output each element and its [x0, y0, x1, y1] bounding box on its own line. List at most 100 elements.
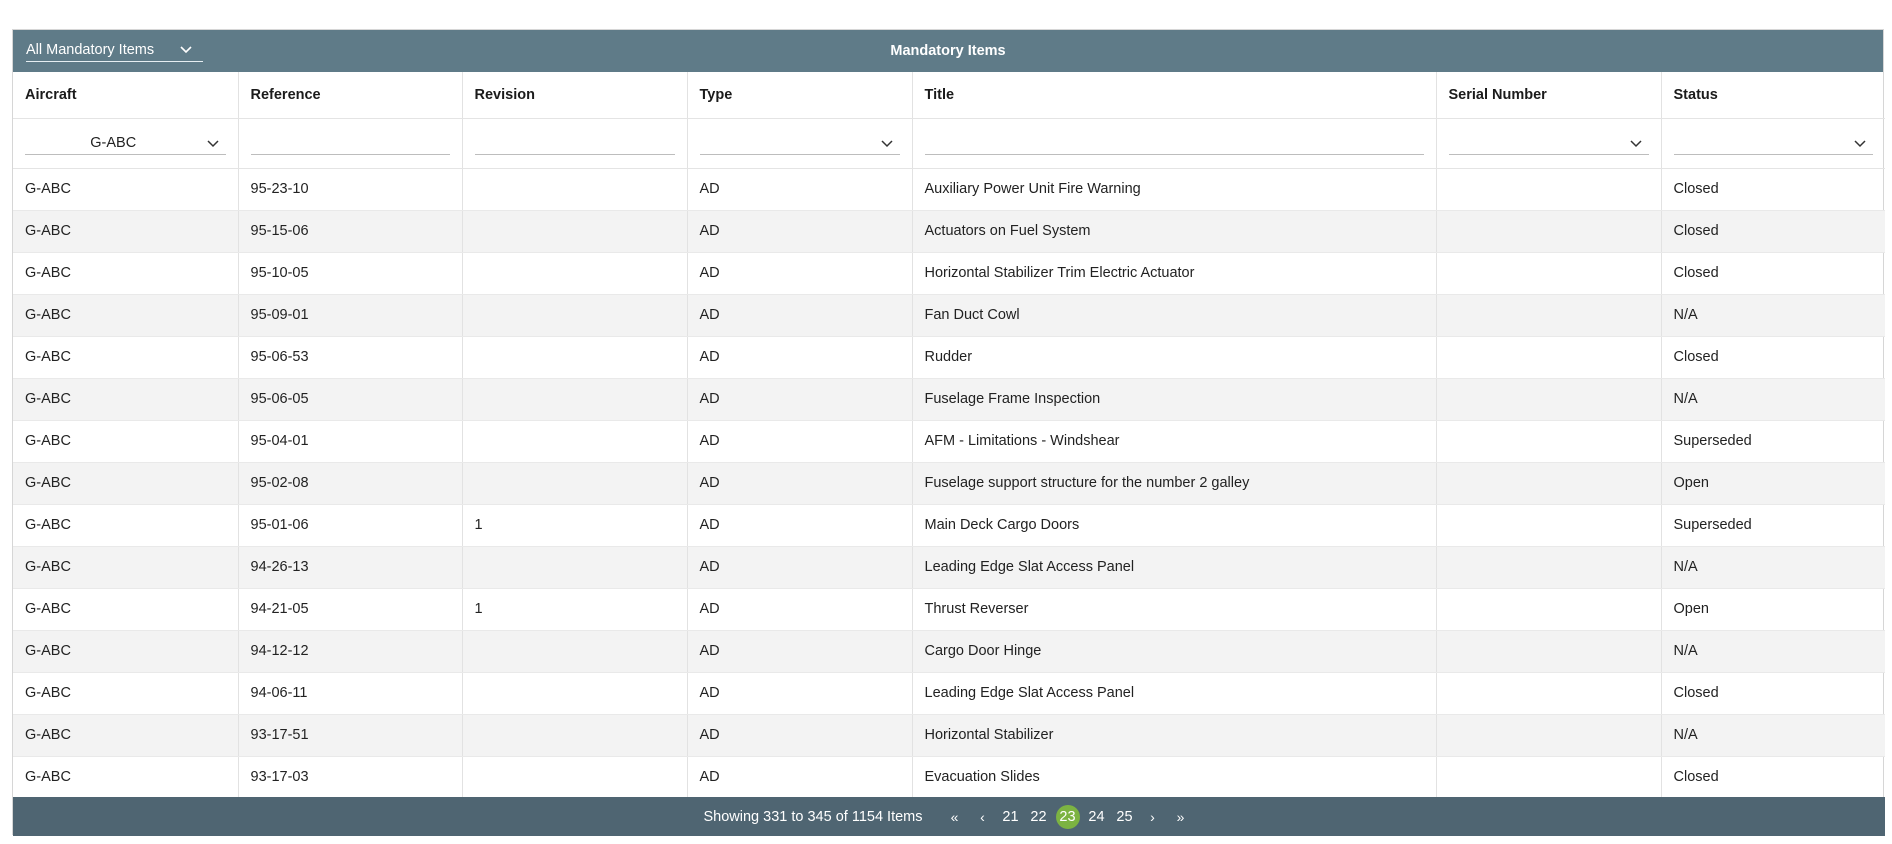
column-header-status[interactable]: Status: [1661, 72, 1885, 119]
type-filter-dropdown[interactable]: [699, 131, 900, 155]
table-row[interactable]: G-ABC 95-02-08 AD Fuselage support struc…: [13, 462, 1885, 505]
table-row[interactable]: G-ABC 95-09-01 AD Fan Duct Cowl N/A: [13, 294, 1885, 337]
table-row[interactable]: G-ABC 93-17-03 AD Evacuation Slides Clos…: [13, 756, 1885, 799]
page-button-24[interactable]: 24: [1086, 806, 1108, 828]
cell-title: Rudder: [912, 336, 1437, 379]
cell-status: Closed: [1661, 252, 1885, 295]
cell-status: N/A: [1661, 714, 1885, 757]
cell-status: Open: [1661, 588, 1885, 631]
cell-aircraft: G-ABC: [13, 672, 239, 715]
column-header-aircraft[interactable]: Aircraft: [13, 72, 239, 119]
cell-revision: 1: [462, 588, 688, 631]
cell-title: Fuselage support structure for the numbe…: [912, 462, 1437, 505]
chevron-down-icon: [1853, 137, 1867, 151]
table-row[interactable]: G-ABC 95-10-05 AD Horizontal Stabilizer …: [13, 252, 1885, 295]
cell-status: Superseded: [1661, 420, 1885, 463]
cell-type: AD: [687, 546, 913, 589]
chevron-down-icon: [206, 137, 220, 151]
cell-type: AD: [687, 630, 913, 673]
cell-revision: [462, 420, 688, 463]
cell-aircraft: G-ABC: [13, 714, 239, 757]
cell-serial-number: [1436, 672, 1662, 715]
column-header-reference[interactable]: Reference: [238, 72, 463, 119]
column-header-revision[interactable]: Revision: [462, 72, 688, 119]
scope-dropdown-value: All Mandatory Items: [26, 42, 155, 58]
cell-status: Closed: [1661, 756, 1885, 799]
pagination-summary: Showing 331 to 345 of 1154 Items: [703, 808, 923, 825]
cell-aircraft: G-ABC: [13, 294, 239, 337]
current-page-button[interactable]: 23: [1055, 804, 1080, 829]
cell-status: N/A: [1661, 630, 1885, 673]
cell-revision: [462, 546, 688, 589]
cell-aircraft: G-ABC: [13, 378, 239, 421]
cell-type: AD: [687, 210, 913, 253]
cell-revision: [462, 378, 688, 421]
cell-reference: 95-04-01: [238, 420, 463, 463]
column-header-serial-number[interactable]: Serial Number: [1436, 72, 1662, 119]
table-row[interactable]: G-ABC 94-21-05 1 AD Thrust Reverser Open: [13, 588, 1885, 631]
cell-aircraft: G-ABC: [13, 588, 239, 631]
mandatory-items-table: Aircraft Reference Revision Type Title S…: [13, 72, 1885, 799]
table-row[interactable]: G-ABC 94-06-11 AD Leading Edge Slat Acce…: [13, 672, 1885, 715]
cell-type: AD: [687, 294, 913, 337]
table-row[interactable]: G-ABC 95-06-05 AD Fuselage Frame Inspect…: [13, 378, 1885, 421]
table-row[interactable]: G-ABC 94-12-12 AD Cargo Door Hinge N/A: [13, 630, 1885, 673]
cell-type: AD: [687, 462, 913, 505]
next-page-button[interactable]: ›: [1142, 806, 1164, 828]
previous-page-button[interactable]: ‹: [972, 806, 994, 828]
chevron-down-icon: [880, 137, 894, 151]
table-row[interactable]: G-ABC 95-23-10 AD Auxiliary Power Unit F…: [13, 168, 1885, 211]
panel-header: All Mandatory Items Mandatory Items: [13, 30, 1883, 72]
table-row[interactable]: G-ABC 95-06-53 AD Rudder Closed: [13, 336, 1885, 379]
cell-aircraft: G-ABC: [13, 462, 239, 505]
table-row[interactable]: G-ABC 93-17-51 AD Horizontal Stabilizer …: [13, 714, 1885, 757]
filter-cell-revision: [462, 118, 688, 169]
cell-title: Horizontal Stabilizer: [912, 714, 1437, 757]
first-page-button[interactable]: «: [944, 806, 966, 828]
cell-aircraft: G-ABC: [13, 504, 239, 547]
pagination-bar: Showing 331 to 345 of 1154 Items « ‹ 21 …: [13, 797, 1885, 836]
cell-status: Closed: [1661, 336, 1885, 379]
cell-type: AD: [687, 714, 913, 757]
table-row[interactable]: G-ABC 95-15-06 AD Actuators on Fuel Syst…: [13, 210, 1885, 253]
table-row[interactable]: G-ABC 95-01-06 1 AD Main Deck Cargo Door…: [13, 504, 1885, 547]
table-row[interactable]: G-ABC 94-26-13 AD Leading Edge Slat Acce…: [13, 546, 1885, 589]
cell-status: Open: [1661, 462, 1885, 505]
cell-title: Leading Edge Slat Access Panel: [912, 672, 1437, 715]
reference-filter-input[interactable]: [250, 131, 450, 155]
serial-number-filter-dropdown[interactable]: [1448, 131, 1649, 155]
cell-aircraft: G-ABC: [13, 420, 239, 463]
cell-title: Main Deck Cargo Doors: [912, 504, 1437, 547]
cell-status: N/A: [1661, 294, 1885, 337]
cell-serial-number: [1436, 378, 1662, 421]
mandatory-items-panel: All Mandatory Items Mandatory Items Airc…: [12, 29, 1885, 836]
cell-serial-number: [1436, 168, 1662, 211]
cell-status: N/A: [1661, 546, 1885, 589]
aircraft-filter-value: G-ABC: [90, 135, 137, 151]
cell-reference: 95-23-10: [238, 168, 463, 211]
cell-revision: [462, 252, 688, 295]
page-button-25[interactable]: 25: [1114, 806, 1136, 828]
cell-serial-number: [1436, 546, 1662, 589]
cell-reference: 93-17-03: [238, 756, 463, 799]
page-button-22[interactable]: 22: [1028, 806, 1050, 828]
cell-title: AFM - Limitations - Windshear: [912, 420, 1437, 463]
cell-revision: [462, 210, 688, 253]
cell-revision: 1: [462, 504, 688, 547]
revision-filter-input[interactable]: [474, 131, 675, 155]
title-filter-input[interactable]: [924, 131, 1424, 155]
cell-type: AD: [687, 420, 913, 463]
column-header-type[interactable]: Type: [687, 72, 913, 119]
cell-serial-number: [1436, 210, 1662, 253]
cell-serial-number: [1436, 588, 1662, 631]
scope-dropdown[interactable]: All Mandatory Items: [26, 39, 203, 62]
column-header-title[interactable]: Title: [912, 72, 1437, 119]
aircraft-filter-dropdown[interactable]: G-ABC: [25, 131, 226, 155]
status-filter-dropdown[interactable]: [1673, 131, 1873, 155]
last-page-button[interactable]: »: [1170, 806, 1192, 828]
page-button-21[interactable]: 21: [1000, 806, 1022, 828]
table-row[interactable]: G-ABC 95-04-01 AD AFM - Limitations - Wi…: [13, 420, 1885, 463]
cell-type: AD: [687, 504, 913, 547]
cell-aircraft: G-ABC: [13, 546, 239, 589]
filter-cell-serial-number: [1436, 118, 1662, 169]
